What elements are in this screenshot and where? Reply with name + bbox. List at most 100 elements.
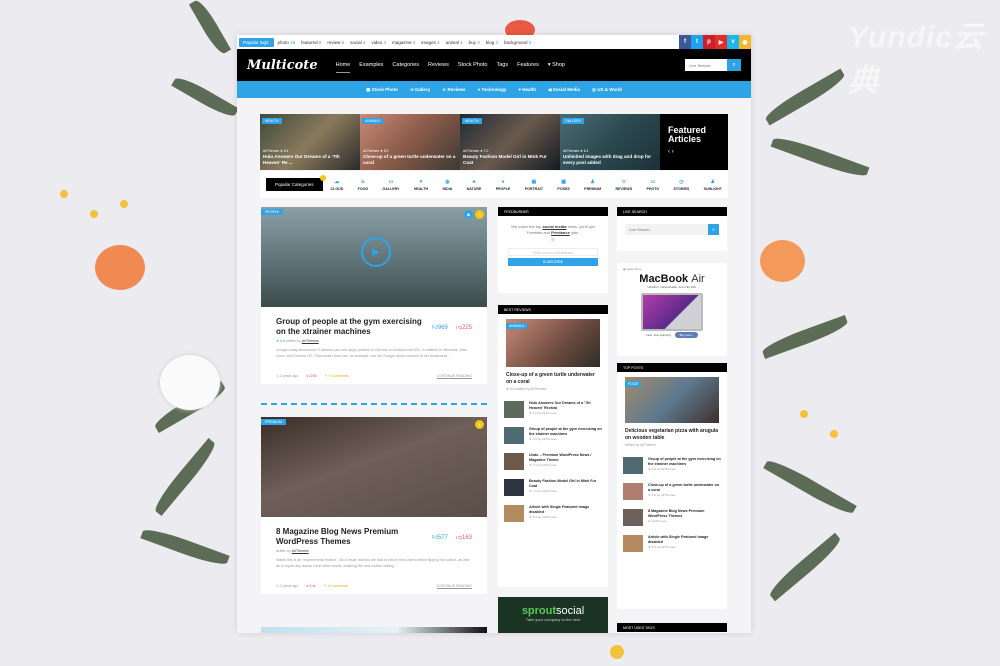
featured-card[interactable]: HEALTH AirThemes ★ 7.0 Beauty Fashion Mode… xyxy=(460,114,560,170)
category-portrait[interactable]: ▣ PORTRAIT xyxy=(525,179,543,191)
thumbnail[interactable] xyxy=(504,504,524,522)
list-item[interactable]: Article with Single Featured image disab… xyxy=(498,504,608,522)
email-input[interactable]: Enter your e-mail address xyxy=(508,248,598,257)
list-item-title[interactable]: Close-up of a green turtle underwater on… xyxy=(648,483,721,493)
subnav-item[interactable]: ♥ Health xyxy=(518,87,536,92)
pinterest-icon[interactable]: p xyxy=(703,35,715,49)
popular-tag[interactable]: video 4 xyxy=(371,40,386,45)
category-food[interactable]: ♨ FOOD xyxy=(358,179,368,191)
list-item[interactable]: Hulu Answers Our Dreams of a '7th Heaven… xyxy=(498,400,608,418)
subnav-item[interactable]: ▣ Stock Photo xyxy=(366,87,398,93)
thumbnail[interactable] xyxy=(623,456,643,474)
subnav-item[interactable]: ◀ Social Media xyxy=(548,87,580,93)
top-post-image[interactable]: FOOD xyxy=(625,377,719,423)
nav-item-features[interactable]: Features xyxy=(517,62,539,68)
popular-tag[interactable]: social 5 xyxy=(350,40,365,45)
category-people[interactable]: ● PEOPLE xyxy=(496,179,511,191)
category-reviews[interactable]: ☆ REVIEWS xyxy=(616,179,633,191)
featured-card[interactable]: GALLERY AirThemes ★ 8.4 Unlimited images w… xyxy=(560,114,660,170)
featured-title[interactable]: Beauty Fashion Model Girl in Mink Fur Co… xyxy=(463,154,557,166)
featured-card[interactable]: HEALTH AirThemes ★ 6.6 Hulu Answers Our Dr… xyxy=(260,114,360,170)
thumbnail[interactable] xyxy=(504,426,524,444)
list-item-title[interactable]: Hulu Answers Our Dreams of a '7th Heaven… xyxy=(529,401,602,411)
continue-reading-link[interactable]: CONTINUE READING xyxy=(437,584,472,588)
list-item[interactable]: Beauty Fashion Model Girl in Mink Fur Co… xyxy=(498,478,608,496)
list-item-title[interactable]: Article with Single Featured image disab… xyxy=(529,505,602,515)
list-item[interactable]: Group of people at the gym exercising on… xyxy=(498,426,608,444)
popular-tag[interactable]: review 6 xyxy=(327,40,344,45)
category-health[interactable]: ♥ HEALTH xyxy=(414,179,428,191)
post-category[interactable]: PREMIUM xyxy=(261,419,286,425)
list-item-title[interactable]: 8 Magazine Blog News Premium WordPress T… xyxy=(648,509,721,519)
play-icon[interactable]: ▶ xyxy=(361,237,391,267)
sproutsocial-ad[interactable]: sproutsocial Take your company to the ne… xyxy=(498,597,608,633)
list-item-title[interactable]: Undo – Premium WordPress News / Magazine… xyxy=(529,453,602,463)
header-search-input[interactable] xyxy=(685,59,727,71)
vimeo-icon[interactable]: v xyxy=(727,35,739,49)
featured-title[interactable]: Unlimited images with drag and drop for … xyxy=(563,154,657,166)
thumbnail[interactable] xyxy=(504,452,524,470)
category-poses[interactable]: ▦ POSES xyxy=(557,179,569,191)
buy-now-button[interactable]: Buy now › xyxy=(674,332,698,338)
featured-category[interactable]: HEALTH xyxy=(262,118,282,124)
category-photo[interactable]: ▭ PHOTO xyxy=(646,179,659,191)
facebook-icon[interactable]: f xyxy=(679,35,691,49)
list-item[interactable]: 8 Magazine Blog News Premium WordPress T… xyxy=(617,508,727,526)
next-post-image[interactable] xyxy=(261,627,487,633)
category-india[interactable]: ◍ INDIA xyxy=(443,179,453,191)
review-category[interactable]: ANIMALS xyxy=(506,323,528,329)
post-title[interactable]: Group of people at the gym exercising on… xyxy=(276,317,426,337)
top-post-title[interactable]: Delicious vegetarian pizza with arugula … xyxy=(617,428,727,442)
nav-item-shop[interactable]: ▾ Shop xyxy=(548,62,565,68)
dislike-count[interactable]: 👎︎225 xyxy=(456,323,472,331)
nav-item-categories[interactable]: Categories xyxy=(392,62,419,68)
list-item-title[interactable]: Beauty Fashion Model Girl in Mink Fur Co… xyxy=(529,479,602,489)
subnav-item[interactable]: ● Technology xyxy=(477,87,506,92)
nav-item-stockphoto[interactable]: Stock Photo xyxy=(458,62,488,68)
category-premium[interactable]: ♟ PREMIUM xyxy=(584,179,601,191)
top-post-category[interactable]: FOOD xyxy=(625,381,642,387)
thumbnail[interactable] xyxy=(623,534,643,552)
post-comments[interactable]: ✎ 0 Comments xyxy=(325,374,349,378)
dislike-count[interactable]: 👎︎163 xyxy=(456,533,472,541)
category-sunlight[interactable]: ♟ SUNLIGHT xyxy=(704,179,722,191)
site-logo[interactable]: Multicote xyxy=(247,58,318,73)
header-search-button[interactable]: ⌕ xyxy=(727,59,741,71)
rss-icon[interactable]: ◉ xyxy=(739,35,751,49)
popular-tag[interactable]: photo 19 xyxy=(278,40,296,45)
subnav-item[interactable]: ☆ Reviews xyxy=(442,87,465,93)
live-search-input[interactable] xyxy=(625,224,708,235)
post-category[interactable]: PEOPLE xyxy=(261,209,284,215)
thumbnail[interactable] xyxy=(504,478,524,496)
post-comments[interactable]: ✎ 4 Comments xyxy=(324,584,348,588)
category-gallery[interactable]: ▭ GALLERY xyxy=(382,179,399,191)
thumbnail[interactable] xyxy=(623,508,643,526)
list-item[interactable]: Close-up of a green turtle underwater on… xyxy=(617,482,727,500)
popular-tag[interactable]: buy 3 xyxy=(469,40,480,45)
popular-tag[interactable]: images 4 xyxy=(421,40,439,45)
macbook-ad[interactable]: ◆ Apple Store MacBook Air Ultrathin, ult… xyxy=(617,263,727,356)
featured-category[interactable]: HEALTH xyxy=(462,118,482,124)
review-image[interactable]: ANIMALS xyxy=(506,319,600,367)
like-count[interactable]: 👍︎577 xyxy=(432,533,448,541)
nav-item-examples[interactable]: Examples xyxy=(359,62,383,68)
post-title[interactable]: 8 Magazine Blog News Premium WordPress T… xyxy=(276,527,426,547)
post-image[interactable]: PREMIUM $ xyxy=(261,417,487,517)
featured-category[interactable]: GALLERY xyxy=(562,118,585,124)
post-image[interactable]: PEOPLE ◉ ϟ ▶ xyxy=(261,207,487,307)
review-title[interactable]: Close-up of a green turtle underwater on… xyxy=(498,372,608,386)
featured-card[interactable]: ANIMALS AirThemes ★ 5.0 Close-up of a gree… xyxy=(360,114,460,170)
list-item[interactable]: Undo – Premium WordPress News / Magazine… xyxy=(498,452,608,470)
popular-categories-button[interactable]: Popular Categories xyxy=(266,175,326,191)
popular-tag[interactable]: featured 8 xyxy=(301,40,321,45)
list-item[interactable]: Article with Single Featured image disab… xyxy=(617,534,727,552)
list-item-title[interactable]: Group of people at the gym exercising on… xyxy=(529,427,602,437)
category-nature[interactable]: ♣ NATURE xyxy=(467,179,482,191)
list-item[interactable]: Group of people at the gym exercising on… xyxy=(617,456,727,474)
list-item-title[interactable]: Article with Single Featured image disab… xyxy=(648,535,721,545)
featured-arrows[interactable]: ‹ › xyxy=(668,149,720,155)
list-item-title[interactable]: Group of people at the gym exercising on… xyxy=(648,457,721,467)
nav-item-home[interactable]: Home xyxy=(335,62,350,73)
featured-category[interactable]: ANIMALS xyxy=(362,118,384,124)
popular-tag[interactable]: magazine 4 xyxy=(392,40,415,45)
